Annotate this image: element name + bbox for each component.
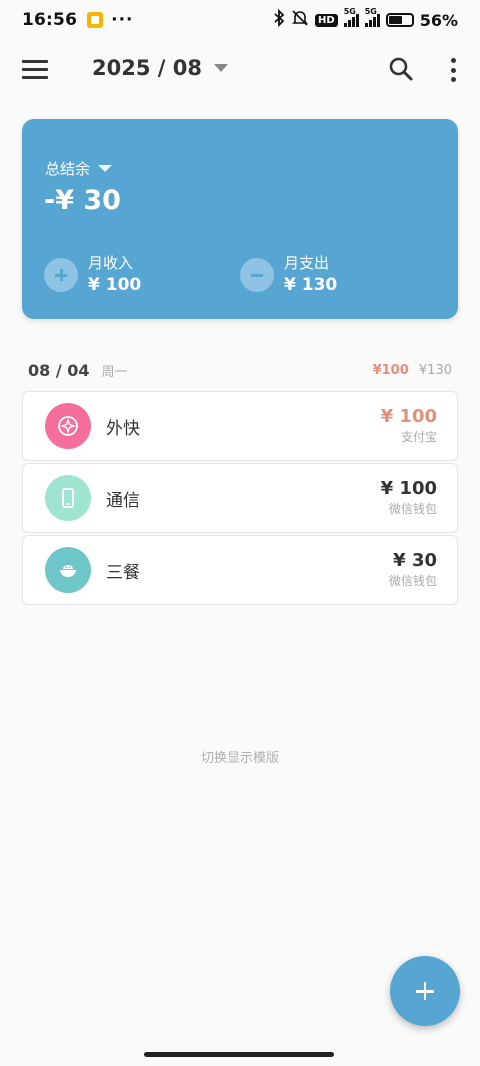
home-indicator[interactable] bbox=[144, 1052, 334, 1057]
signal-icon-1: 5G bbox=[343, 7, 359, 27]
signal-icon-2: 5G bbox=[364, 7, 380, 27]
balance-label: 总结余 bbox=[45, 160, 91, 178]
bluetooth-icon bbox=[273, 8, 285, 31]
phone-icon bbox=[45, 475, 91, 521]
transaction-account: 微信钱包 bbox=[388, 502, 437, 516]
day-expense-total: ¥130 bbox=[418, 362, 452, 378]
day-header: 08 / 04 周一 ¥100 ¥130 bbox=[28, 359, 452, 381]
menu-icon[interactable] bbox=[22, 60, 48, 80]
transaction-row[interactable]: 通信 ¥ 100 微信钱包 bbox=[22, 463, 458, 533]
transaction-amount: ¥ 30 bbox=[393, 550, 437, 571]
battery-percent: 56% bbox=[419, 10, 458, 30]
balance-card[interactable]: 总结余 -¥ 30 月收入 ¥ 100 月支出 ¥ 130 bbox=[22, 119, 458, 319]
monthly-expense[interactable]: 月支出 ¥ 130 bbox=[240, 253, 337, 297]
add-record-button[interactable] bbox=[390, 956, 460, 1026]
status-bar: 16:56 ··· HD 5G 5G 56% bbox=[0, 0, 480, 40]
transaction-account: 支付宝 bbox=[400, 430, 437, 444]
compass-icon bbox=[45, 403, 91, 449]
transaction-category: 外快 bbox=[106, 418, 140, 439]
total-balance: -¥ 30 bbox=[44, 185, 121, 216]
dropdown-arrow-icon bbox=[98, 165, 113, 172]
day-weekday: 周一 bbox=[101, 364, 128, 380]
more-notifications-icon: ··· bbox=[111, 10, 134, 30]
transaction-row[interactable]: 三餐 ¥ 30 微信钱包 bbox=[22, 535, 458, 605]
status-icons: HD 5G 5G 56% bbox=[273, 7, 458, 31]
transaction-account: 微信钱包 bbox=[388, 574, 437, 588]
income-label: 月收入 bbox=[88, 254, 134, 272]
battery-icon bbox=[385, 13, 414, 27]
expense-value: ¥ 130 bbox=[284, 275, 338, 295]
more-options-icon[interactable] bbox=[446, 58, 460, 82]
balance-type-selector[interactable]: 总结余 bbox=[45, 158, 113, 179]
status-time: 16:56 bbox=[22, 10, 78, 30]
day-totals: ¥100 ¥130 bbox=[373, 363, 452, 378]
transaction-category: 三餐 bbox=[106, 562, 140, 583]
expense-label: 月支出 bbox=[284, 254, 330, 272]
switch-template-link[interactable]: 切换显示模版 bbox=[0, 747, 480, 766]
transaction-row[interactable]: 外快 ¥ 100 支付宝 bbox=[22, 391, 458, 461]
app-notification-icon bbox=[87, 12, 104, 28]
minus-icon bbox=[240, 258, 274, 292]
hd-icon: HD bbox=[315, 13, 338, 27]
transaction-amount: ¥ 100 bbox=[380, 478, 437, 499]
day-income-total: ¥100 bbox=[372, 362, 409, 378]
income-value: ¥ 100 bbox=[88, 275, 142, 295]
day-date: 08 / 04 bbox=[28, 360, 90, 380]
plus-icon bbox=[44, 258, 78, 292]
search-icon[interactable] bbox=[388, 56, 414, 82]
dropdown-arrow-icon bbox=[213, 64, 228, 72]
top-bar: 2025 / 08 bbox=[0, 40, 480, 100]
transaction-amount: ¥ 100 bbox=[380, 406, 437, 427]
transaction-category: 通信 bbox=[106, 490, 140, 511]
monthly-income[interactable]: 月收入 ¥ 100 bbox=[44, 253, 141, 297]
month-label: 2025 / 08 bbox=[92, 56, 202, 80]
mute-bell-icon bbox=[291, 9, 309, 31]
rice-bowl-icon bbox=[45, 547, 91, 593]
month-selector[interactable]: 2025 / 08 bbox=[92, 56, 228, 80]
